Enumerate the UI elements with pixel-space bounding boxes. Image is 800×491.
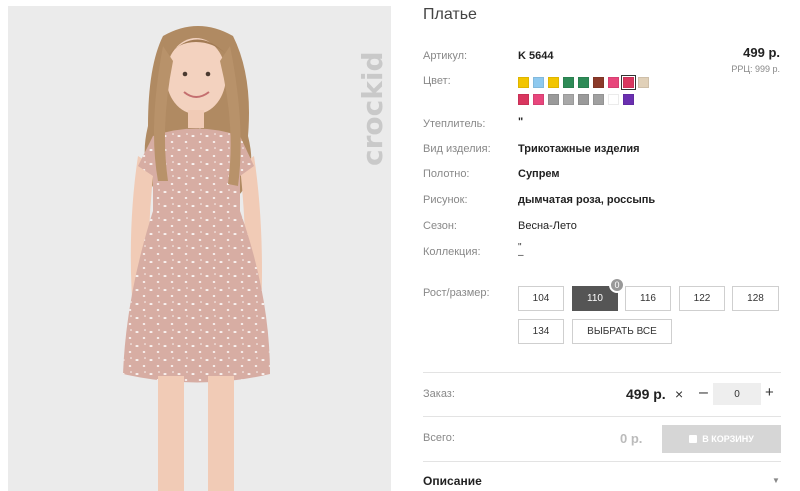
collection-label: Коллекция: <box>423 246 481 258</box>
order-label: Заказ: <box>423 388 455 400</box>
multiply-icon: × <box>675 386 684 402</box>
divider <box>423 372 781 373</box>
color-swatch[interactable] <box>563 94 574 105</box>
color-swatch[interactable] <box>578 77 589 88</box>
color-swatch[interactable] <box>563 77 574 88</box>
size-option-116[interactable]: 116 <box>625 286 671 311</box>
product-image[interactable]: crockid <box>8 6 391 491</box>
cart-icon <box>689 435 698 443</box>
recommended-price: РРЦ: 999 р. <box>731 64 780 74</box>
color-swatch[interactable] <box>533 94 544 105</box>
color-swatch[interactable] <box>623 94 634 105</box>
add-to-cart-label: В КОРЗИНУ <box>702 434 754 444</box>
size-option-122[interactable]: 122 <box>679 286 725 311</box>
divider <box>423 416 781 417</box>
season-value: Весна-Лето <box>518 220 577 232</box>
color-swatch[interactable] <box>593 77 604 88</box>
season-label: Сезон: <box>423 220 457 232</box>
color-swatch[interactable] <box>518 94 529 105</box>
size-option-128[interactable]: 128 <box>732 286 779 311</box>
insulation-label: Утеплитель: <box>423 118 486 130</box>
select-all-sizes-button[interactable]: ВЫБРАТЬ ВСЕ <box>572 319 672 344</box>
add-to-cart-button[interactable]: В КОРЗИНУ <box>662 425 781 453</box>
selected-count-badge: 0 <box>609 277 625 293</box>
size-option-104[interactable]: 104 <box>518 286 564 311</box>
size-label: Рост/размер: <box>423 287 490 299</box>
insulation-value: " <box>518 116 524 128</box>
divider <box>423 461 781 462</box>
collection-value-line2: – <box>518 250 524 261</box>
product-photo-illustration <box>8 6 391 491</box>
increase-quantity-button[interactable]: + <box>765 384 774 401</box>
brand-watermark: crockid <box>356 51 391 166</box>
decrease-quantity-button[interactable]: – <box>699 384 708 402</box>
article-value: K 5644 <box>518 50 554 62</box>
total-value: 0 р. <box>620 431 643 446</box>
article-label: Артикул: <box>423 50 468 62</box>
brand-watermark-text: crockid <box>356 51 389 166</box>
price: 499 р. <box>743 45 780 60</box>
color-swatch[interactable] <box>533 77 544 88</box>
color-swatch[interactable] <box>548 77 559 88</box>
color-swatches <box>518 75 663 105</box>
size-option-134[interactable]: 134 <box>518 319 564 344</box>
description-toggle[interactable]: Описание <box>423 474 482 488</box>
color-swatch[interactable] <box>608 94 619 105</box>
product-type-value: Трикотажные изделия <box>518 143 640 155</box>
fabric-label: Полотно: <box>423 168 470 180</box>
product-title: Платье <box>423 6 477 23</box>
color-swatch[interactable] <box>518 77 529 88</box>
chevron-down-icon[interactable]: ▼ <box>772 476 780 485</box>
collection-value: " – <box>518 243 524 261</box>
color-swatch[interactable] <box>621 75 636 90</box>
color-swatch[interactable] <box>548 94 559 105</box>
color-swatch[interactable] <box>578 94 589 105</box>
color-label: Цвет: <box>423 75 451 87</box>
order-price: 499 р. <box>626 386 666 402</box>
color-swatch[interactable] <box>593 94 604 105</box>
color-swatch[interactable] <box>638 77 649 88</box>
fabric-value: Супрем <box>518 168 560 180</box>
color-swatch[interactable] <box>608 77 619 88</box>
pattern-value: дымчатая роза, россыпь <box>518 194 656 206</box>
total-label: Всего: <box>423 432 455 444</box>
product-type-label: Вид изделия: <box>423 143 491 155</box>
quantity-input[interactable] <box>713 383 761 405</box>
pattern-label: Рисунок: <box>423 194 468 206</box>
